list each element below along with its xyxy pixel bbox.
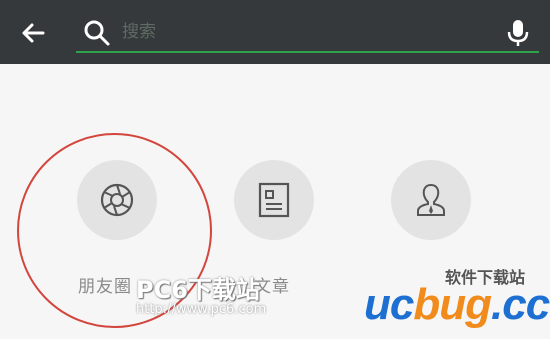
watermark-pc6: PC6下载站: [136, 276, 260, 304]
search-bar: [0, 0, 550, 64]
search-input-underline: [76, 51, 539, 53]
search-icon: [84, 20, 110, 46]
category-accounts-button[interactable]: [391, 160, 471, 240]
watermark-ucbug-logo: ucbug.cc: [364, 280, 550, 329]
back-arrow-icon[interactable]: [18, 18, 48, 48]
microphone-icon[interactable]: [504, 18, 532, 48]
article-icon: [258, 182, 290, 218]
watermark-pc6-url: http://www.pc6.com: [136, 302, 267, 317]
contact-icon: [417, 183, 445, 216]
category-articles-button[interactable]: [234, 160, 314, 240]
search-input[interactable]: [122, 20, 482, 44]
